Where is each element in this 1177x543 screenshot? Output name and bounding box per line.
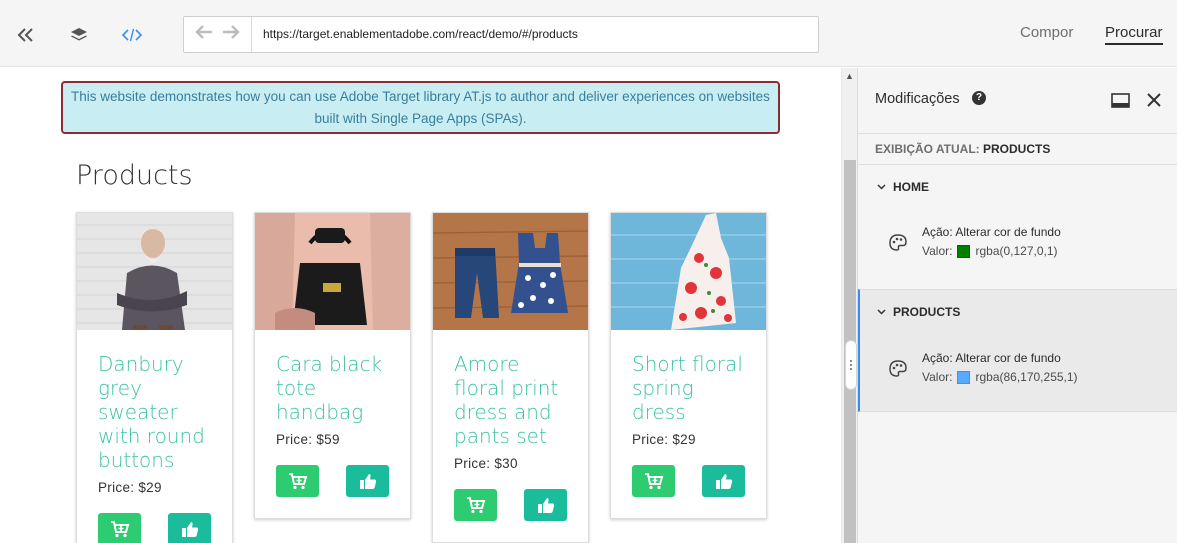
close-icon[interactable] — [1144, 90, 1164, 110]
like-button[interactable] — [524, 489, 567, 521]
like-button[interactable] — [346, 465, 389, 497]
view-group-header[interactable]: PRODUCTS — [877, 305, 960, 319]
view-group-name: PRODUCTS — [893, 305, 961, 319]
collapse-double-chevron-icon[interactable] — [13, 22, 39, 48]
value-label: Valor: — [922, 370, 953, 384]
current-view-label: EXIBIÇÃO ATUAL: — [875, 142, 980, 156]
palette-icon — [889, 360, 907, 377]
thumbs-up-icon — [715, 474, 732, 489]
chevron-down-icon — [877, 184, 886, 190]
back-arrow-icon[interactable] — [195, 25, 213, 44]
compose-mode-tab[interactable]: Compor — [1020, 24, 1073, 41]
value-text: rgba(86,170,255,1) — [975, 370, 1078, 384]
cart-icon — [466, 497, 485, 514]
product-card[interactable]: Danbury grey sweater with round buttons … — [76, 212, 233, 543]
cart-icon — [644, 473, 663, 490]
thumbs-up-icon — [181, 522, 198, 537]
modification-item[interactable]: Ação: Alterar cor de fundo Valor: rgba(8… — [888, 351, 1168, 391]
browse-mode-tab[interactable]: Procurar — [1105, 24, 1163, 45]
like-button[interactable] — [168, 513, 211, 543]
value-label: Valor: — [922, 244, 953, 258]
product-name[interactable]: Amore floral print dress and pants set — [454, 352, 567, 448]
product-name[interactable]: Cara black tote handbag — [276, 352, 389, 424]
product-card[interactable]: Short floral spring dress Price: $29 — [610, 212, 767, 519]
product-image-floral-dress[interactable] — [611, 213, 766, 330]
scroll-up-arrow-icon[interactable]: ▲ — [845, 71, 854, 81]
thumbs-up-icon — [359, 474, 376, 489]
color-swatch — [957, 244, 971, 258]
modification-action: Ação: Alterar cor de fundo — [922, 225, 1061, 239]
view-group-header[interactable]: HOME — [877, 180, 929, 194]
editor-toolbar: https://target.enablementadobe.com/react… — [0, 0, 1177, 67]
add-to-cart-button[interactable] — [454, 489, 497, 521]
modification-value: Valor: rgba(0,127,0,1) — [922, 244, 1058, 258]
modification-action: Ação: Alterar cor de fundo — [922, 351, 1061, 365]
value-text: rgba(0,127,0,1) — [975, 244, 1058, 258]
panel-resize-handle[interactable] — [845, 340, 857, 390]
site-preview: This website demonstrates how you can us… — [0, 68, 841, 543]
cart-icon — [288, 473, 307, 490]
product-price: Price: $29 — [98, 480, 162, 495]
modifications-panel: Modificações ? EXIBIÇÃO ATUAL: PRODUCTS … — [857, 68, 1177, 543]
thumbs-up-icon — [537, 498, 554, 513]
add-to-cart-button[interactable] — [632, 465, 675, 497]
url-bar: https://target.enablementadobe.com/react… — [183, 16, 819, 53]
product-image-dress-pants-set[interactable] — [433, 213, 588, 330]
product-price: Price: $30 — [454, 456, 518, 471]
dock-panel-icon[interactable] — [1110, 90, 1130, 110]
palette-icon — [889, 234, 907, 251]
product-card[interactable]: Amore floral print dress and pants set P… — [432, 212, 589, 543]
add-to-cart-button[interactable] — [98, 513, 141, 543]
product-name[interactable]: Short floral spring dress — [632, 352, 745, 424]
modification-value: Valor: rgba(86,170,255,1) — [922, 370, 1078, 384]
product-image-handbag[interactable] — [255, 213, 410, 330]
page-title: Products — [76, 160, 193, 191]
chevron-down-icon — [877, 309, 886, 315]
url-input[interactable]: https://target.enablementadobe.com/react… — [263, 17, 578, 52]
product-name[interactable]: Danbury grey sweater with round buttons — [98, 352, 211, 472]
info-banner: This website demonstrates how you can us… — [61, 81, 780, 134]
color-swatch — [957, 370, 971, 384]
product-price: Price: $29 — [632, 432, 696, 447]
modification-item[interactable]: Ação: Alterar cor de fundo Valor: rgba(0… — [888, 225, 1168, 265]
forward-arrow-icon[interactable] — [222, 25, 240, 44]
site-scrollbar[interactable]: ▲ — [841, 68, 857, 543]
panel-title: Modificações — [875, 91, 960, 107]
code-icon[interactable] — [119, 22, 145, 48]
layers-icon[interactable] — [66, 22, 92, 48]
like-button[interactable] — [702, 465, 745, 497]
product-image-sweater[interactable] — [77, 213, 232, 330]
nav-arrows — [184, 17, 252, 52]
help-icon[interactable]: ? — [972, 91, 986, 105]
current-view: EXIBIÇÃO ATUAL: PRODUCTS — [858, 133, 1177, 165]
view-group-name: HOME — [893, 180, 929, 194]
cart-icon — [110, 521, 129, 538]
current-view-value: PRODUCTS — [983, 142, 1051, 156]
add-to-cart-button[interactable] — [276, 465, 319, 497]
view-group-home[interactable]: HOME Ação: Alterar cor de fundo Valor: r… — [858, 165, 1177, 289]
product-price: Price: $59 — [276, 432, 340, 447]
view-group-products[interactable]: PRODUCTS Ação: Alterar cor de fundo Valo… — [858, 289, 1177, 412]
product-card[interactable]: Cara black tote handbag Price: $59 — [254, 212, 411, 519]
